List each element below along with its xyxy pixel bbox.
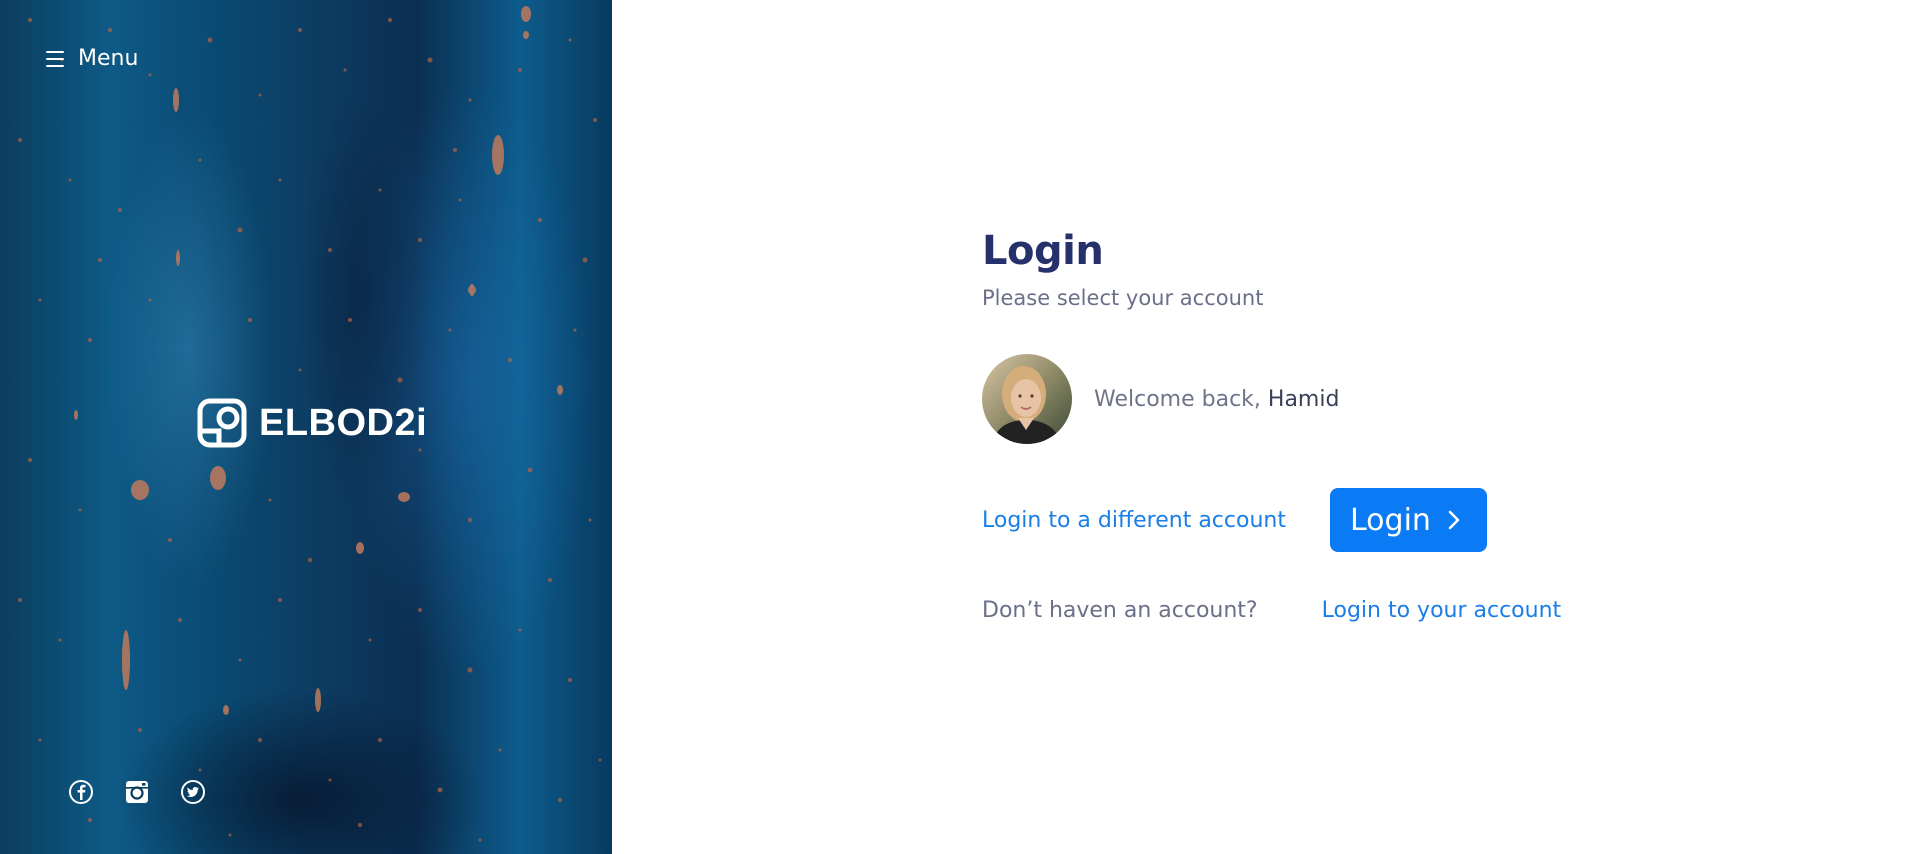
twitter-icon[interactable] <box>180 779 206 805</box>
welcome-prefix: Welcome back, <box>1094 386 1268 412</box>
page-subtitle: Please select your account <box>982 286 1264 310</box>
login-actions: Login to a different account Login <box>982 488 1682 552</box>
no-account-text: Don’t haven an account? <box>982 598 1258 623</box>
saved-account: Welcome back, Hamid <box>982 354 1682 444</box>
different-account-link[interactable]: Login to a different account <box>982 508 1286 533</box>
instagram-icon[interactable] <box>124 779 150 805</box>
menu-label: Menu <box>78 46 139 71</box>
menu-button[interactable]: Menu <box>46 46 138 71</box>
login-button-label: Login <box>1349 502 1431 538</box>
elbod2i-logo-icon <box>197 398 247 448</box>
facebook-icon[interactable] <box>68 779 94 805</box>
welcome-message: Welcome back, Hamid <box>1094 387 1339 412</box>
page-title: Login <box>982 228 1104 274</box>
login-your-account-link[interactable]: Login to your account <box>1322 598 1562 623</box>
avatar[interactable] <box>982 354 1072 444</box>
hamburger-icon <box>46 50 64 67</box>
logo-text: ELBOD2i <box>259 401 428 444</box>
login-panel: Login Please select your account Welcome… <box>982 228 1682 623</box>
social-links <box>68 779 206 805</box>
chevron-right-icon <box>1448 510 1460 530</box>
left-panel: Menu ELBOD2i <box>0 0 612 854</box>
login-button[interactable]: Login <box>1329 488 1487 552</box>
brand-logo: ELBOD2i <box>197 398 427 448</box>
user-photo <box>982 354 1072 444</box>
signup-prompt: Don’t haven an account? Login to your ac… <box>982 598 1682 623</box>
user-name: Hamid <box>1267 386 1340 412</box>
